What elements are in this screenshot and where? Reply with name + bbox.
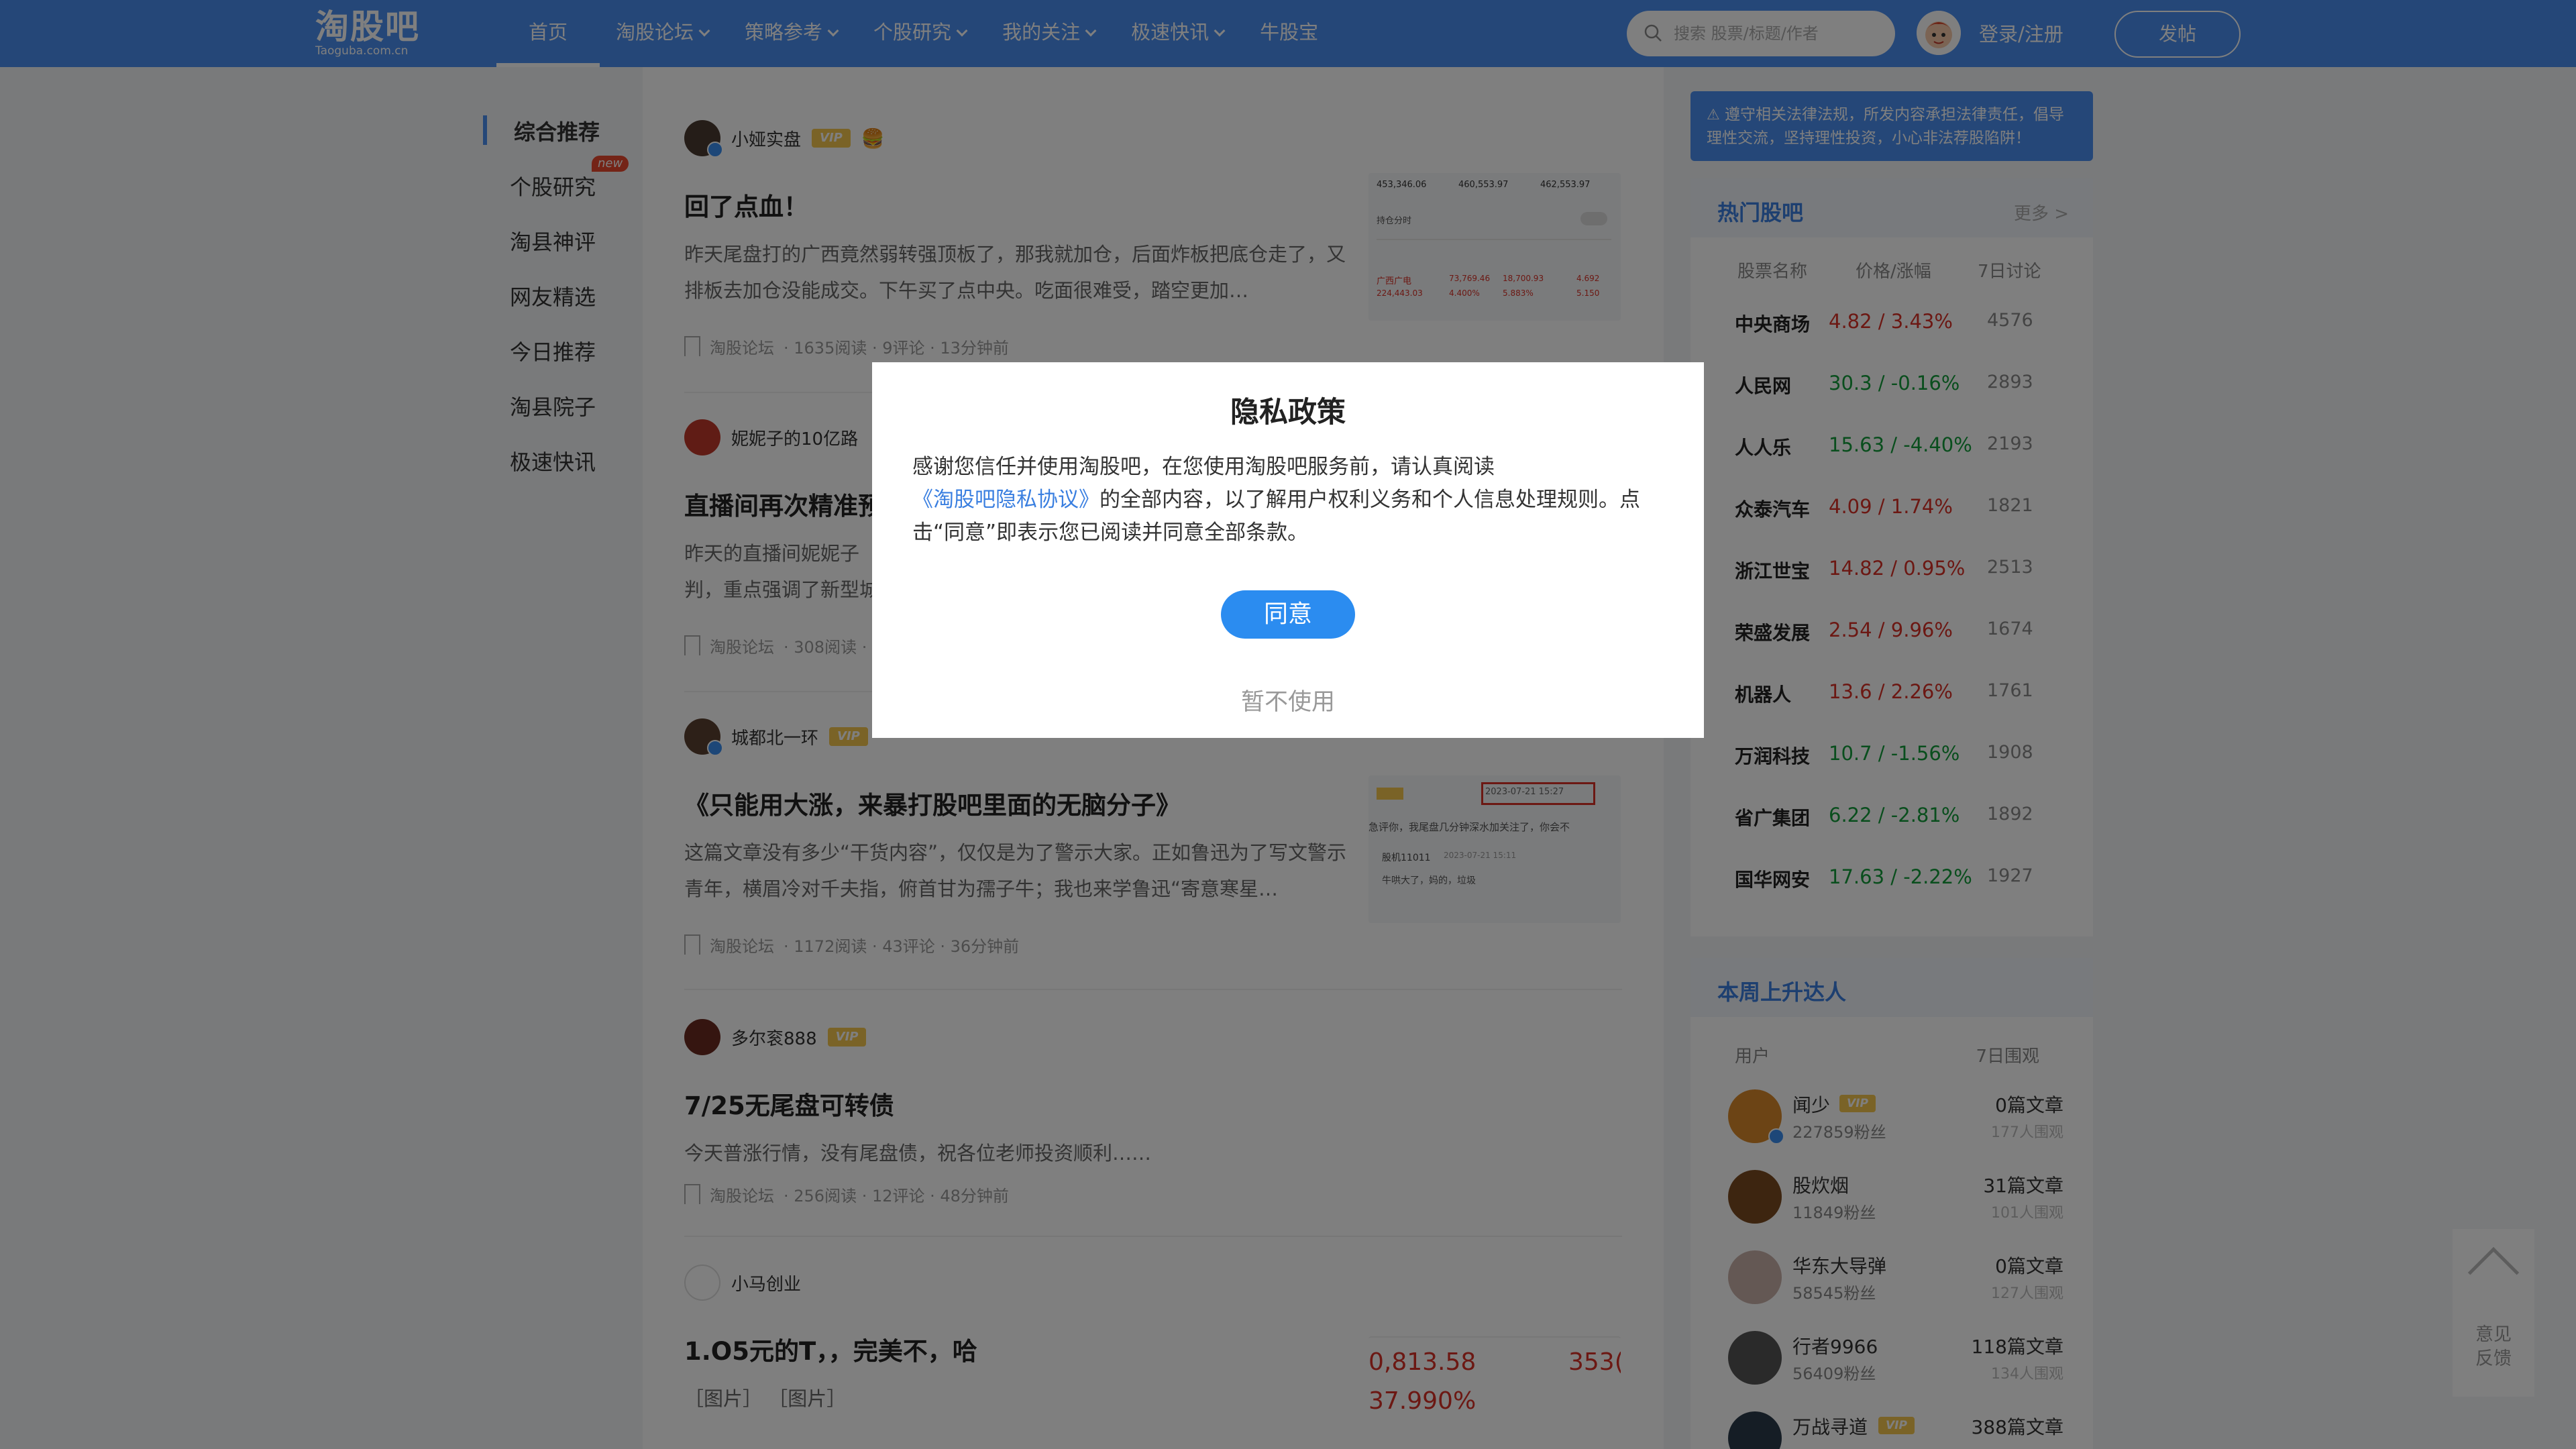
privacy-modal: 隐私政策 感谢您信任并使用淘股吧，在您使用淘股吧服务前，请认真阅读 《淘股吧隐私协… — [872, 362, 1704, 738]
modal-body: 感谢您信任并使用淘股吧，在您使用淘股吧服务前，请认真阅读 《淘股吧隐私协议》的全部… — [912, 451, 1670, 549]
agree-button[interactable]: 同意 — [1221, 590, 1355, 639]
decline-link[interactable]: 暂不使用 — [872, 683, 1704, 717]
modal-title: 隐私政策 — [1230, 396, 1346, 429]
modal-text: 感谢您信任并使用淘股吧，在您使用淘股吧服务前，请认真阅读 — [912, 455, 1495, 479]
privacy-policy-link[interactable]: 《淘股吧隐私协议》 — [912, 488, 1099, 512]
